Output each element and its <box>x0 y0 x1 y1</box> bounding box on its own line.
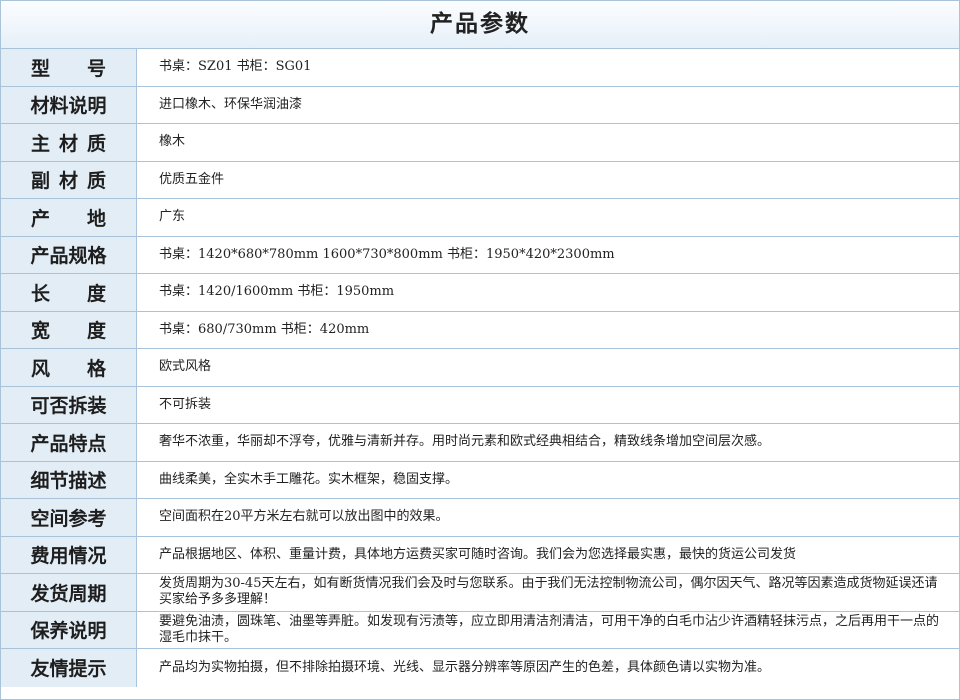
param-value: 书桌：SZ01 书柜：SG01 <box>159 59 312 75</box>
param-label-char: 度 <box>86 282 106 305</box>
param-label-char: 号 <box>86 57 106 80</box>
param-label: 可否拆装 <box>1 386 137 423</box>
param-value: 曲线柔美，全实木手工雕花。实木框架，稳固支撑。 <box>159 471 459 487</box>
param-value: 产品根据地区、体积、重量计费，具体地方运费买家可随时咨询。我们会为您选择最实惠，… <box>159 546 797 562</box>
param-value: 欧式风格 <box>159 359 212 375</box>
param-label-char: 主 <box>31 132 51 155</box>
param-label-char: 格 <box>86 357 106 380</box>
param-value: 不可拆装 <box>159 396 212 412</box>
param-label: 长度 <box>1 274 137 311</box>
param-value: 奢华不浓重，华丽却不浮夸，优雅与清新并存。用时尚元素和欧式经典相结合，精致线条增… <box>159 434 771 450</box>
param-label-char: 宽 <box>31 320 51 343</box>
param-row: 细节描述 曲线柔美，全实木手工雕花。实木框架，稳固支撑。 <box>1 461 959 499</box>
param-value: 要避免油渍，圆珠笔、油墨等弄脏。如发现有污渍等，应立即用清洁剂清洁，可用干净的白… <box>159 613 940 645</box>
param-row: 长度书桌：1420/1600mm 书柜：1950mm <box>1 274 959 312</box>
param-label: 保养说明 <box>1 611 137 648</box>
param-row: 产品特点 奢华不浓重，华丽却不浮夸，优雅与清新并存。用时尚元素和欧式经典相结合，精… <box>1 424 959 462</box>
param-label: 费用情况 <box>1 536 137 573</box>
param-value: 书桌：680/730mm 书柜：420mm <box>159 321 370 337</box>
param-row: 宽度书桌：680/730mm 书柜：420mm <box>1 311 959 349</box>
param-label-char: 度 <box>86 320 106 343</box>
param-row: 保养说明 要避免油渍，圆珠笔、油墨等弄脏。如发现有污渍等，应立即用清洁剂清洁，可用… <box>1 611 959 649</box>
param-value: 优质五金件 <box>159 171 225 187</box>
param-label-char: 地 <box>86 207 106 230</box>
param-rows: 型号书桌：SZ01 书柜：SG01 材料说明 进口橡木、环保华润油漆主材质橡木副材质… <box>1 49 959 687</box>
param-label-char: 产 <box>31 207 51 230</box>
param-row: 副材质 优质五金件 <box>1 161 959 199</box>
param-value: 进口橡木、环保华润油漆 <box>159 96 303 112</box>
param-row: 发货周期 发货周期为30-45天左右，如有断货情况我们会及时与您联系。由于我们无法… <box>1 574 959 612</box>
param-label: 产品规格 <box>1 236 137 273</box>
param-row: 费用情况 产品根据地区、体积、重量计费，具体地方运费买家可随时咨询。我们会为您选择… <box>1 536 959 574</box>
param-label-char: 型 <box>31 57 51 80</box>
param-label-char: 长 <box>31 282 51 305</box>
param-label: 发货周期 <box>1 574 137 611</box>
param-value: 发货周期为30-45天左右，如有断货情况我们会及时与您联系。由于我们无法控制物流… <box>159 576 938 608</box>
param-label-char: 质 <box>86 170 106 193</box>
param-label-char: 材 <box>58 170 78 193</box>
param-row: 可否拆装 不可拆装 <box>1 386 959 424</box>
param-label: 产品特点 <box>1 424 137 461</box>
param-label-char: 风 <box>31 357 51 380</box>
param-value: 产品均为实物拍摄，但不排除拍摄环境、光线、显示器分辨率等原因产生的色差，具体颜色… <box>159 659 771 675</box>
param-label: 空间参考 <box>1 499 137 536</box>
param-label: 风格 <box>1 349 137 386</box>
param-row: 风格欧式风格 <box>1 349 959 387</box>
table-title: 产品参数 <box>1 1 959 49</box>
param-row: 友情提示 产品均为实物拍摄，但不排除拍摄环境、光线、显示器分辨率等原因产生的色差，… <box>1 649 959 687</box>
param-label-char: 副 <box>31 170 51 193</box>
param-label-char: 质 <box>86 132 106 155</box>
param-label: 型号 <box>1 49 137 86</box>
param-row: 空间参考 空间面积在20平方米左右就可以放出图中的效果。 <box>1 499 959 537</box>
param-value: 广东 <box>159 209 186 225</box>
param-value: 橡木 <box>159 134 186 150</box>
product-params-table: 产品参数 型号书桌：SZ01 书柜：SG01 材料说明 进口橡木、环保华润油漆主材质… <box>0 0 960 700</box>
param-label: 副材质 <box>1 161 137 198</box>
param-label: 细节描述 <box>1 461 137 498</box>
param-label: 宽度 <box>1 311 137 348</box>
param-label: 主材质 <box>1 124 137 161</box>
param-value: 空间面积在20平方米左右就可以放出图中的效果。 <box>159 509 449 525</box>
param-label-char: 材 <box>58 132 78 155</box>
param-label: 友情提示 <box>1 649 137 687</box>
param-row: 材料说明 进口橡木、环保华润油漆 <box>1 86 959 124</box>
param-row: 产地广东 <box>1 199 959 237</box>
param-row: 主材质 橡木 <box>1 124 959 162</box>
param-label: 产地 <box>1 199 137 236</box>
param-value: 书桌：1420/1600mm 书柜：1950mm <box>159 284 395 300</box>
param-row: 产品规格 书桌：1420*680*780mm 1600*730*800mm 书柜：… <box>1 236 959 274</box>
param-row: 型号书桌：SZ01 书柜：SG01 <box>1 49 959 87</box>
param-label: 材料说明 <box>1 86 137 123</box>
param-value: 书桌：1420*680*780mm 1600*730*800mm 书柜：1950… <box>159 246 615 262</box>
